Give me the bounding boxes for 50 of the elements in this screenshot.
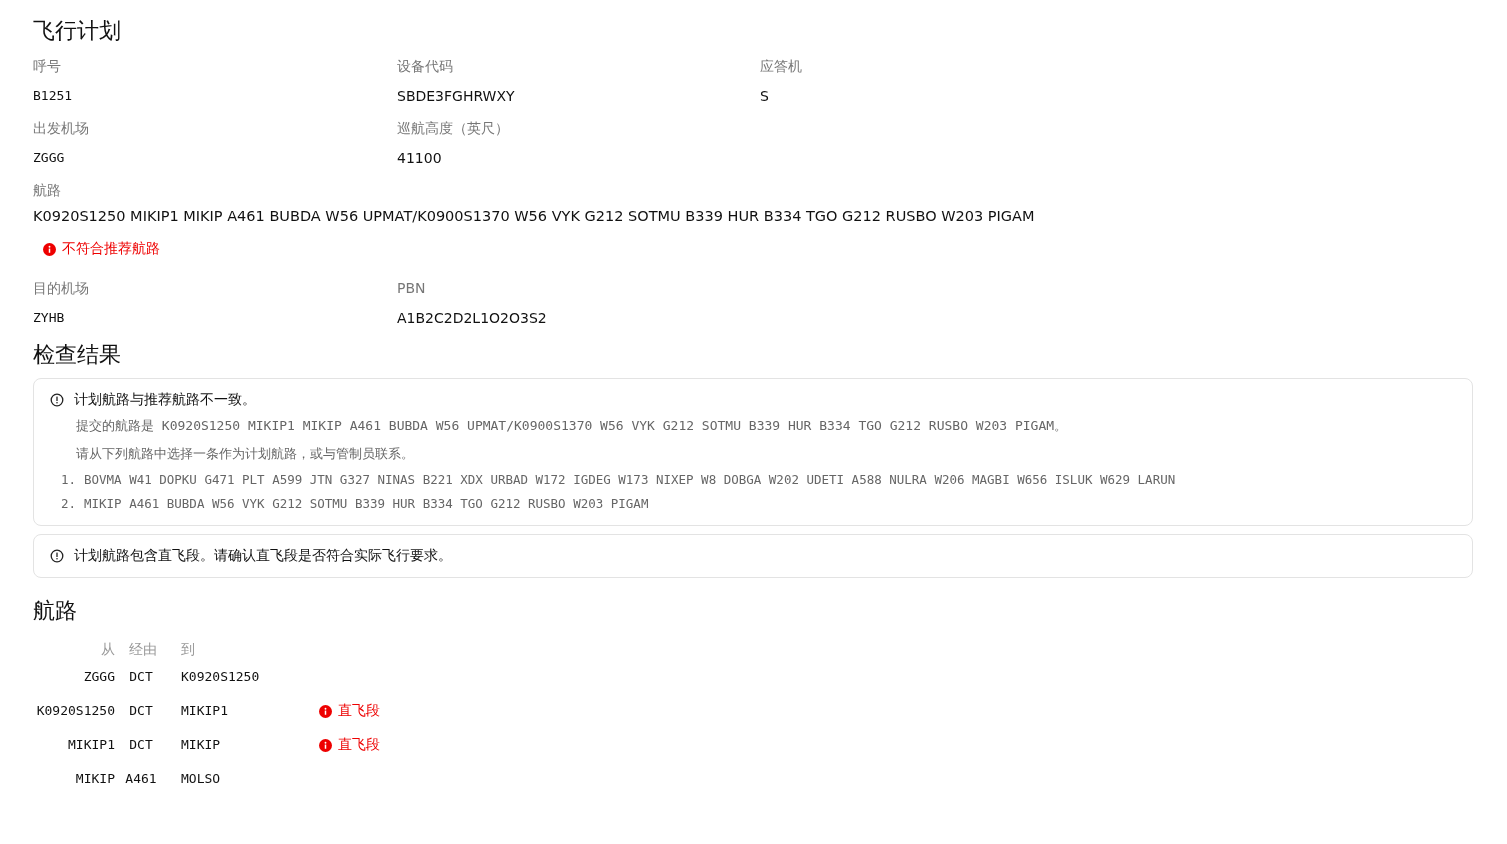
table-cell-text: K0920S1250 bbox=[35, 702, 115, 720]
warning-label: 直飞段 bbox=[338, 736, 380, 754]
section-title: 检查结果 bbox=[33, 341, 122, 369]
field-value: S bbox=[760, 87, 770, 106]
error-icon bbox=[319, 738, 332, 752]
table-cell-text: MIKIP bbox=[180, 736, 222, 754]
column-header: 经由 bbox=[128, 640, 158, 659]
alert-message: 计划航路包含直飞段。请确认直飞段是否符合实际飞行要求。 bbox=[74, 547, 452, 565]
field-value: ZYHB bbox=[33, 309, 66, 327]
alert-icon bbox=[50, 393, 64, 407]
table-cell-text: MIKIP bbox=[74, 770, 115, 788]
route-value: K0920S1250 MIKIP1 MIKIP A461 BUBDA W56 UPMAT/K0900S1370 W56 VYK G212 SOTMU B339 HUR B334 TGO G212 RUSBO W203 PIGAM bbox=[33, 207, 1036, 226]
error-message: 不符合推荐航路 bbox=[62, 240, 160, 258]
field-label: 目的机场 bbox=[33, 279, 90, 298]
table-cell-text: DCT bbox=[128, 736, 154, 754]
error-icon bbox=[319, 704, 332, 718]
field-label: 设备代码 bbox=[397, 57, 454, 76]
field-value: SBDE3FGHRWXY bbox=[397, 87, 516, 106]
error-icon bbox=[43, 242, 56, 256]
option-number: 2. bbox=[59, 495, 76, 513]
field-value: B1251 bbox=[33, 87, 74, 105]
section-title: 飞行计划 bbox=[33, 17, 122, 45]
alert-message: 计划航路与推荐航路不一致。 bbox=[74, 391, 256, 409]
section-title: 航路 bbox=[33, 597, 78, 625]
alert-icon bbox=[50, 549, 64, 563]
field-label: 巡航高度（英尺） bbox=[397, 119, 510, 138]
alert-detail: 提交的航路是 K0920S1250 MIKIP1 MIKIP A461 BUBDA W56 UPMAT/K0900S1370 W56 VYK G212 SOTMU B339 HUR B334 TGO G212 RUSBO W203 PIGAM。 bbox=[75, 417, 1069, 435]
column-header: 从 bbox=[100, 640, 115, 659]
table-cell-text: A461 bbox=[124, 770, 158, 788]
alert-detail: 请从下列航路中选择一条作为计划航路，或与管制员联系。 bbox=[75, 445, 415, 463]
table-cell-text: ZGGG bbox=[82, 668, 115, 686]
table-cell-text: DCT bbox=[128, 702, 154, 720]
field-value: ZGGG bbox=[33, 149, 66, 167]
field-label: PBN bbox=[397, 279, 427, 298]
field-label: 应答机 bbox=[760, 57, 803, 76]
field-label: 航路 bbox=[33, 181, 62, 200]
route-option: MIKIP A461 BUBDA W56 VYK G212 SOTMU B339 HUR B334 TGO G212 RUSBO W203 PIGAM bbox=[76, 495, 649, 513]
table-cell-text: MOLSO bbox=[180, 770, 222, 788]
route-option: BOVMA W41 DOPKU G471 PLT A599 JTN G327 NINAS B221 XDX URBAD W172 IGDEG W173 NIXEP W8 DOBGA W202 UDETI A588 NULRA W206 MAGBI W656 ISLUK W629 LARUN bbox=[76, 471, 1176, 489]
field-label: 呼号 bbox=[33, 57, 62, 76]
field-label: 出发机场 bbox=[33, 119, 90, 138]
field-value: A1B2C2D2L1O2O3S2 bbox=[397, 309, 548, 328]
warning-label: 直飞段 bbox=[338, 702, 380, 720]
field-value: 41100 bbox=[397, 149, 443, 168]
option-number: 1. bbox=[59, 471, 76, 489]
table-cell-text: DCT bbox=[128, 668, 154, 686]
table-cell-text: MIKIP1 bbox=[67, 736, 115, 754]
column-header: 到 bbox=[180, 640, 196, 659]
table-cell-text: MIKIP1 bbox=[180, 702, 229, 720]
table-cell-text: K0920S1250 bbox=[180, 668, 261, 686]
